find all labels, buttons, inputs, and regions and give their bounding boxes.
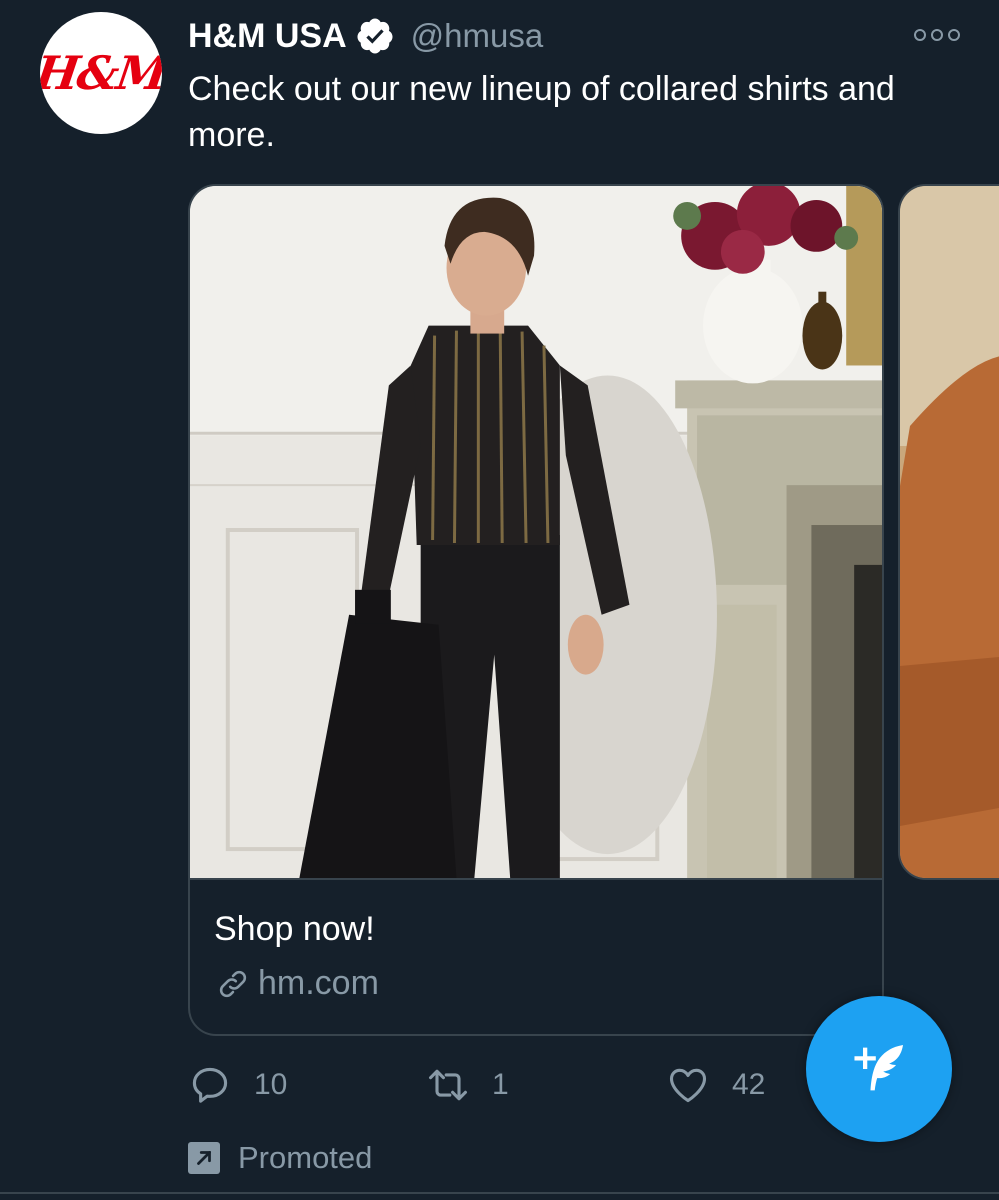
more-dot	[948, 29, 960, 41]
more-dot	[931, 29, 943, 41]
more-dot	[914, 29, 926, 41]
compose-tweet-icon	[854, 1045, 903, 1091]
handle[interactable]: @hmusa	[411, 17, 544, 55]
hm-logo: H&M	[40, 46, 162, 100]
divider	[0, 1192, 999, 1194]
more-options-icon[interactable]	[914, 24, 960, 46]
promoted-label: Promoted	[188, 1136, 372, 1180]
reply-button[interactable]: 10	[188, 1062, 287, 1108]
card-domain-text: hm.com	[258, 964, 379, 1002]
tweet-header: H&M USA @hmusa	[188, 12, 543, 60]
card-title[interactable]: Shop now!	[214, 910, 375, 949]
avatar[interactable]: H&M	[40, 12, 162, 134]
retweet-icon	[429, 1069, 467, 1101]
compose-tweet-button[interactable]	[806, 996, 952, 1142]
promoted-text: Promoted	[238, 1140, 373, 1175]
heart-icon	[669, 1068, 707, 1103]
card-domain[interactable]: hm.com	[216, 964, 379, 1003]
tweet-text: Check out our new lineup of collared shi…	[188, 70, 895, 154]
promoted-arrow-icon	[188, 1142, 220, 1174]
reply-icon	[192, 1067, 228, 1103]
like-count: 42	[732, 1068, 766, 1101]
link-icon	[219, 970, 247, 997]
reply-count: 10	[254, 1068, 288, 1101]
link-card[interactable]: Shop now! hm.com	[188, 184, 884, 1036]
next-card-peek[interactable]	[898, 184, 999, 880]
verified-badge-icon	[357, 18, 393, 54]
next-card-image	[900, 186, 999, 878]
card-image[interactable]	[190, 186, 882, 880]
like-button[interactable]: 42	[666, 1062, 765, 1108]
retweet-button[interactable]: 1	[426, 1062, 509, 1108]
retweet-count: 1	[492, 1068, 509, 1101]
display-name[interactable]: H&M USA	[188, 17, 347, 56]
